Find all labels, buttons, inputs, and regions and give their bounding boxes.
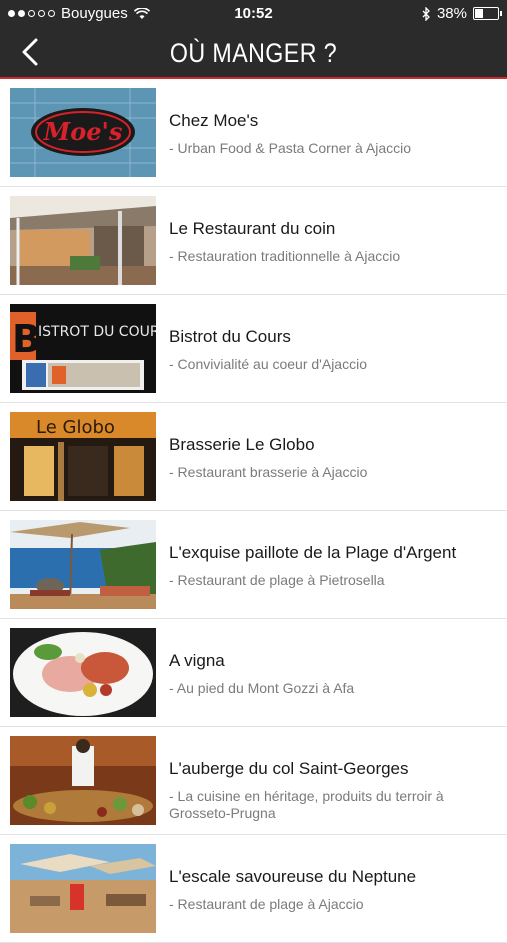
- status-bar: Bouygues 10:52 38%: [0, 0, 507, 28]
- restaurant-thumbnail: Le Globo: [10, 412, 156, 501]
- battery-icon: [473, 7, 502, 20]
- restaurant-subtitle: - Convivialité au coeur d'Ajaccio: [169, 356, 367, 372]
- svg-text:B: B: [12, 317, 41, 361]
- restaurant-row[interactable]: Le Globo Brasserie Le Globo - Restaurant…: [0, 403, 507, 511]
- globo-logo-text: Le Globo: [36, 417, 115, 438]
- restaurant-thumbnail: [10, 736, 156, 825]
- restaurant-subtitle: - Urban Food & Pasta Corner à Ajaccio: [169, 140, 412, 156]
- restaurant-row[interactable]: Moe's Chez Moe's - Urban Food & Pasta Co…: [0, 79, 507, 187]
- status-right: 38%: [422, 5, 502, 22]
- restaurant-thumbnail: [10, 196, 156, 285]
- restaurant-name: Le Restaurant du coin: [169, 219, 336, 238]
- restaurant-thumbnail: [10, 520, 156, 609]
- restaurant-thumbnail: B ISTROT DU COURS: [10, 304, 156, 393]
- restaurant-subtitle: - Au pied du Mont Gozzi à Afa: [169, 680, 355, 696]
- restaurant-name: Chez Moe's: [169, 111, 259, 130]
- battery-percent: 38%: [436, 5, 467, 22]
- restaurant-row[interactable]: L'escale savoureuse du Neptune - Restaur…: [0, 835, 507, 943]
- restaurant-row[interactable]: L'auberge du col Saint-Georges - La cuis…: [0, 727, 507, 835]
- restaurant-thumbnail: [10, 844, 156, 933]
- moes-logo-text: Moe's: [43, 117, 123, 146]
- restaurant-row[interactable]: A vigna - Au pied du Mont Gozzi à Afa: [0, 619, 507, 727]
- restaurant-subtitle: - Restaurant brasserie à Ajaccio: [169, 464, 368, 480]
- restaurant-name: Brasserie Le Globo: [169, 435, 315, 454]
- restaurant-name: L'exquise paillote de la Plage d'Argent: [169, 543, 457, 562]
- restaurant-name: A vigna: [169, 651, 225, 670]
- restaurant-row[interactable]: Le Restaurant du coin - Restauration tra…: [0, 187, 507, 295]
- restaurant-name: L'escale savoureuse du Neptune: [169, 867, 417, 886]
- page-title: OÙ MANGER ?: [169, 38, 338, 68]
- nav-bar: OÙ MANGER ?: [0, 28, 507, 79]
- restaurant-row[interactable]: L'exquise paillote de la Plage d'Argent …: [0, 511, 507, 619]
- restaurant-thumbnail: [10, 628, 156, 717]
- restaurant-subtitle: - Restaurant de plage à Ajaccio: [169, 896, 364, 912]
- restaurant-subtitle: - La cuisine en héritage, produits du te…: [169, 788, 444, 821]
- restaurant-name: L'auberge du col Saint-Georges: [169, 759, 409, 778]
- bluetooth-icon: [422, 6, 430, 21]
- restaurant-row[interactable]: B ISTROT DU COURS Bistrot du Cours - Con…: [0, 295, 507, 403]
- restaurant-thumbnail: Moe's: [10, 88, 156, 177]
- restaurant-subtitle: - Restauration traditionnelle à Ajaccio: [169, 248, 401, 264]
- bistrot-logo-text: ISTROT DU COURS: [38, 324, 156, 340]
- restaurant-name: Bistrot du Cours: [169, 327, 291, 346]
- restaurant-list: Moe's Chez Moe's - Urban Food & Pasta Co…: [0, 79, 507, 943]
- restaurant-subtitle: - Restaurant de plage à Pietrosella: [169, 572, 385, 588]
